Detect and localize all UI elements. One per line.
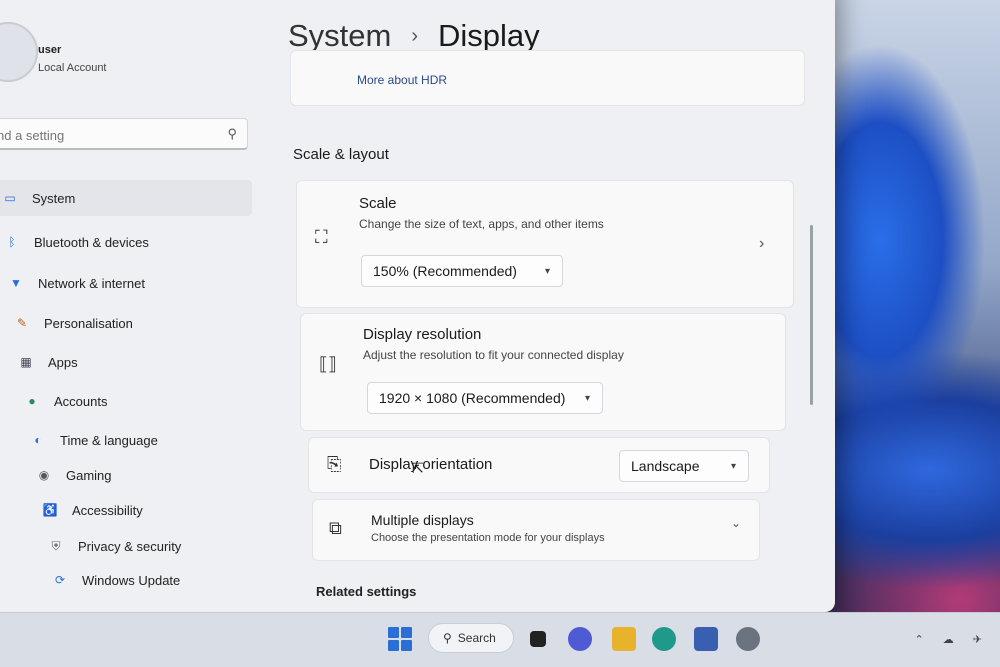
main-content: System › Display More about HDR Scale & … <box>280 0 835 612</box>
settings-search-box[interactable]: ⚲ <box>0 118 248 150</box>
update-icon: ⟳ <box>54 573 66 587</box>
system-tray[interactable]: ⌃ ☁ ✈ <box>914 633 990 646</box>
orientation-card: ⎘ Display orientation Landscape ▾ <box>308 437 770 493</box>
avatar[interactable] <box>0 22 38 82</box>
resolution-dropdown[interactable]: 1920 × 1080 (Recommended) ▾ <box>367 382 603 414</box>
section-title: Scale & layout <box>293 146 389 163</box>
shield-icon: ⛨ <box>51 538 61 553</box>
file-explorer-icon[interactable] <box>612 627 636 651</box>
search-input[interactable] <box>0 125 217 145</box>
sidebar-item-label: Network & internet <box>38 275 145 291</box>
sidebar-item-privacy[interactable]: ⛨ Privacy & security <box>38 528 278 564</box>
sidebar-item-personalisation[interactable]: ✎ Personalisation <box>4 305 244 341</box>
sidebar-item-label: Windows Update <box>82 572 181 588</box>
sidebar-item-network[interactable]: ▼ Network & internet <box>0 265 238 301</box>
hdr-card: More about HDR <box>290 50 805 106</box>
taskbar-search[interactable]: ⚲ Search <box>428 623 514 653</box>
user-account-type: Local Account <box>38 62 107 74</box>
wifi-icon: ▼ <box>10 276 22 290</box>
scale-dropdown[interactable]: 150% (Recommended) ▾ <box>361 255 563 287</box>
sidebar: user Local Account ⚲ ▭ System ᛒ Bluetoot… <box>0 0 270 612</box>
settings-window: user Local Account ⚲ ▭ System ᛒ Bluetoot… <box>0 0 835 612</box>
sidebar-item-system[interactable]: ▭ System <box>0 180 252 216</box>
sidebar-item-label: Bluetooth & devices <box>34 234 149 250</box>
breadcrumb-parent[interactable]: System <box>288 18 391 54</box>
resolution-icon: ⟦⟧ <box>319 354 337 374</box>
breadcrumb: System › Display <box>288 18 540 54</box>
sidebar-item-label: Gaming <box>66 467 112 483</box>
chat-icon[interactable] <box>568 627 592 651</box>
scale-title: Scale <box>359 195 397 212</box>
search-icon: ⚲ <box>443 631 452 645</box>
taskbar-search-label: Search <box>457 631 496 645</box>
multiple-displays-title: Multiple displays <box>371 512 474 528</box>
person-icon: ● <box>28 394 36 408</box>
chevron-down-icon[interactable]: ⌄ <box>731 516 741 530</box>
apps-icon: ▦ <box>20 355 32 369</box>
brush-icon: ✎ <box>16 316 28 330</box>
sidebar-item-bluetooth[interactable]: ᛒ Bluetooth & devices <box>0 224 234 260</box>
multiple-displays-icon: ⧉ <box>329 518 342 538</box>
user-name: user <box>38 44 62 56</box>
resolution-title: Display resolution <box>363 326 482 343</box>
scrollbar[interactable] <box>810 225 813 405</box>
orientation-value: Landscape <box>631 458 700 474</box>
resolution-value: 1920 × 1080 (Recommended) <box>379 390 566 406</box>
settings-gear-icon[interactable] <box>736 627 760 651</box>
chevron-down-icon: ▾ <box>730 460 736 472</box>
scale-value: 150% (Recommended) <box>373 263 517 279</box>
edge-icon[interactable] <box>652 627 676 651</box>
chevron-down-icon: ▾ <box>544 265 550 277</box>
scale-icon: ⛶ <box>315 227 328 247</box>
bluetooth-icon: ᛒ <box>8 235 16 249</box>
start-button[interactable] <box>388 627 412 651</box>
orientation-icon: ⎘ <box>327 454 342 474</box>
orientation-title: Display orientation <box>369 456 493 473</box>
globe-icon: ◐ <box>34 433 42 447</box>
related-settings-heading: Related settings <box>316 584 417 599</box>
sidebar-item-label: Apps <box>48 354 78 370</box>
mouse-cursor-icon: ⇱ <box>412 460 424 476</box>
chevron-right-icon: › <box>411 24 419 47</box>
sidebar-item-label: Personalisation <box>44 315 133 331</box>
scale-card[interactable]: ⛶ Scale Change the size of text, apps, a… <box>296 180 794 308</box>
sidebar-item-label: Time & language <box>60 432 158 448</box>
sidebar-item-windows-update[interactable]: ⟳ Windows Update <box>42 562 282 598</box>
orientation-dropdown[interactable]: Landscape ▾ <box>619 450 749 482</box>
sidebar-item-label: Accounts <box>54 393 108 409</box>
scale-subtitle: Change the size of text, apps, and other… <box>359 217 604 231</box>
sidebar-item-label: System <box>32 190 76 206</box>
sidebar-item-label: Accessibility <box>72 502 143 518</box>
taskbar: ⚲ Search ⌃ ☁ ✈ <box>0 612 1000 667</box>
multiple-displays-card[interactable]: ⧉ Multiple displays Choose the presentat… <box>312 499 760 561</box>
sidebar-item-time-language[interactable]: ◐ Time & language <box>20 422 260 458</box>
chevron-right-icon[interactable]: › <box>759 235 764 253</box>
resolution-subtitle: Adjust the resolution to fit your connec… <box>363 348 624 362</box>
sidebar-item-accounts[interactable]: ● Accounts <box>14 383 254 419</box>
system-icon: ▭ <box>4 191 16 205</box>
store-icon[interactable] <box>694 627 718 651</box>
page-title: Display <box>438 18 540 53</box>
sidebar-item-gaming[interactable]: ◉ Gaming <box>26 457 266 493</box>
multiple-displays-subtitle: Choose the presentation mode for your di… <box>371 532 605 544</box>
accessibility-icon: ♿ <box>42 503 58 517</box>
task-view-icon[interactable] <box>530 631 546 647</box>
chevron-down-icon: ▾ <box>584 392 590 404</box>
resolution-card: ⟦⟧ Display resolution Adjust the resolut… <box>300 313 786 431</box>
sidebar-item-label: Privacy & security <box>78 538 182 554</box>
sidebar-item-accessibility[interactable]: ♿ Accessibility <box>32 492 272 528</box>
sidebar-item-apps[interactable]: ▦ Apps <box>8 344 248 380</box>
hdr-link[interactable]: More about HDR <box>357 73 447 87</box>
gamepad-icon: ◉ <box>38 468 50 482</box>
search-icon[interactable]: ⚲ <box>227 126 237 142</box>
